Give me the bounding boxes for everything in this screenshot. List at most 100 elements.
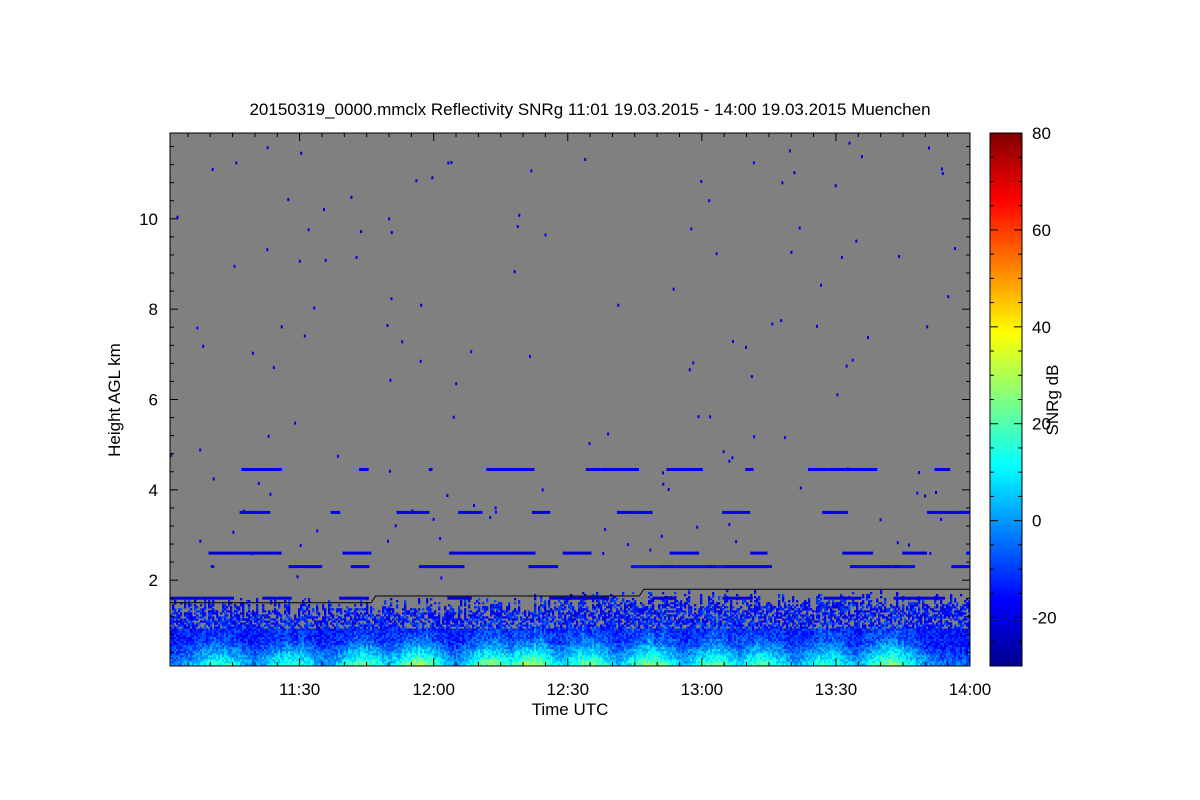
echo-cell: [460, 656, 463, 660]
echo-cell: [466, 624, 469, 627]
echo-cell: [254, 634, 257, 637]
echo-cell: [414, 636, 417, 639]
echo-cell: [412, 622, 415, 625]
echo-cell: [550, 650, 553, 654]
echo-cell: [288, 650, 291, 654]
echo-cell: [196, 622, 199, 625]
echo-cell: [236, 644, 239, 648]
echo-cell: [304, 614, 307, 617]
echo-cell: [246, 638, 249, 641]
echo-cell: [546, 646, 549, 650]
echo-cell: [346, 648, 349, 652]
echo-cell: [232, 642, 235, 646]
echo-cell: [414, 612, 417, 615]
echo-cell: [502, 648, 505, 652]
echo-cell: [544, 634, 547, 637]
echo-cell: [518, 606, 521, 609]
echo-cell: [504, 648, 507, 652]
echo-cell: [178, 614, 181, 617]
echo-cell: [386, 661, 389, 664]
echo-cell: [280, 640, 283, 644]
echo-cell: [558, 659, 561, 662]
echo-cell: [268, 612, 271, 615]
echo-cell: [450, 640, 453, 644]
echo-cell: [254, 638, 257, 641]
echo-cell: [560, 644, 563, 648]
echo-cell: [470, 659, 473, 662]
echo-cell: [184, 646, 187, 650]
echo-cell: [332, 650, 335, 654]
echo-cell: [326, 661, 329, 664]
echo-cell: [258, 630, 261, 633]
echo-cell: [454, 622, 457, 625]
echo-cell: [458, 644, 461, 648]
echo-cell: [478, 628, 481, 631]
echo-cell: [284, 628, 287, 631]
echo-cell: [278, 650, 281, 654]
echo-cell: [242, 661, 245, 664]
echo-cell: [454, 634, 457, 637]
echo-cell: [458, 642, 461, 646]
echo-cell: [182, 656, 185, 660]
echo-cell: [450, 646, 453, 650]
echo-cell: [540, 610, 543, 613]
echo-cell: [426, 646, 429, 650]
echo-cell: [394, 620, 397, 623]
echo-cell: [498, 630, 501, 633]
echo-cell: [436, 624, 439, 627]
echo-cell: [310, 630, 313, 633]
echo-cell: [552, 659, 555, 662]
echo-cell: [302, 659, 305, 662]
echo-cell: [560, 652, 563, 656]
echo-cell: [504, 636, 507, 639]
echo-cell: [492, 642, 495, 646]
echo-cell: [518, 661, 521, 664]
echo-cell: [208, 650, 211, 654]
echo-cell: [544, 608, 547, 611]
echo-cell: [360, 650, 363, 654]
echo-cell: [232, 640, 235, 644]
echo-cell: [420, 620, 423, 623]
echo-cell: [256, 630, 259, 633]
echo-cell: [514, 648, 517, 652]
echo-cell: [328, 661, 331, 664]
echo-cell: [176, 650, 179, 654]
echo-cell: [188, 604, 191, 607]
echo-cell: [244, 661, 247, 664]
echo-cell: [384, 628, 387, 631]
echo-cell: [566, 648, 569, 652]
echo-cell: [560, 642, 563, 646]
echo-cell: [540, 640, 543, 644]
echo-cell: [478, 618, 481, 621]
echo-cell: [564, 646, 567, 650]
echo-cell: [498, 661, 501, 664]
echo-cell: [560, 638, 563, 641]
echo-cell: [468, 650, 471, 654]
echo-cell: [492, 654, 495, 658]
echo-cell: [490, 608, 493, 611]
echo-cell: [368, 652, 371, 656]
echo-cell: [564, 618, 567, 621]
echo-cell: [424, 630, 427, 633]
echo-cell: [532, 642, 535, 646]
echo-cell: [518, 612, 521, 615]
echo-cell: [550, 661, 553, 664]
echo-cell: [414, 608, 417, 611]
echo-cell: [492, 628, 495, 631]
echo-cell: [524, 612, 527, 615]
echo-cell: [444, 654, 447, 658]
echo-cell: [314, 661, 317, 664]
echo-cell: [252, 663, 255, 666]
echo-cell: [332, 663, 335, 666]
echo-cell: [376, 634, 379, 637]
echo-cell: [318, 634, 321, 637]
echo-cell: [294, 640, 297, 644]
echo-cell: [480, 634, 483, 637]
echo-cell: [210, 656, 213, 660]
echo-cell: [530, 638, 533, 641]
echo-cell: [346, 622, 349, 625]
echo-cell: [300, 654, 303, 658]
echo-cell: [524, 610, 527, 613]
echo-cell: [488, 644, 491, 648]
echo-cell: [402, 638, 405, 641]
